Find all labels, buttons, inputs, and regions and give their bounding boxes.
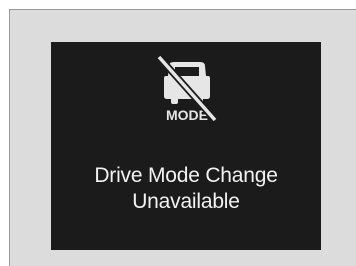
drive-mode-unavailable-icon: MODE [153,54,221,122]
message-line-2: Unavailable [132,190,240,213]
status-message: Drive Mode Change Unavailable [51,163,321,215]
message-line-1: Drive Mode Change [94,164,278,187]
illustration-panel: MODE Drive Mode Change Unavailable [9,9,356,266]
display-screen: MODE Drive Mode Change Unavailable [51,42,321,250]
